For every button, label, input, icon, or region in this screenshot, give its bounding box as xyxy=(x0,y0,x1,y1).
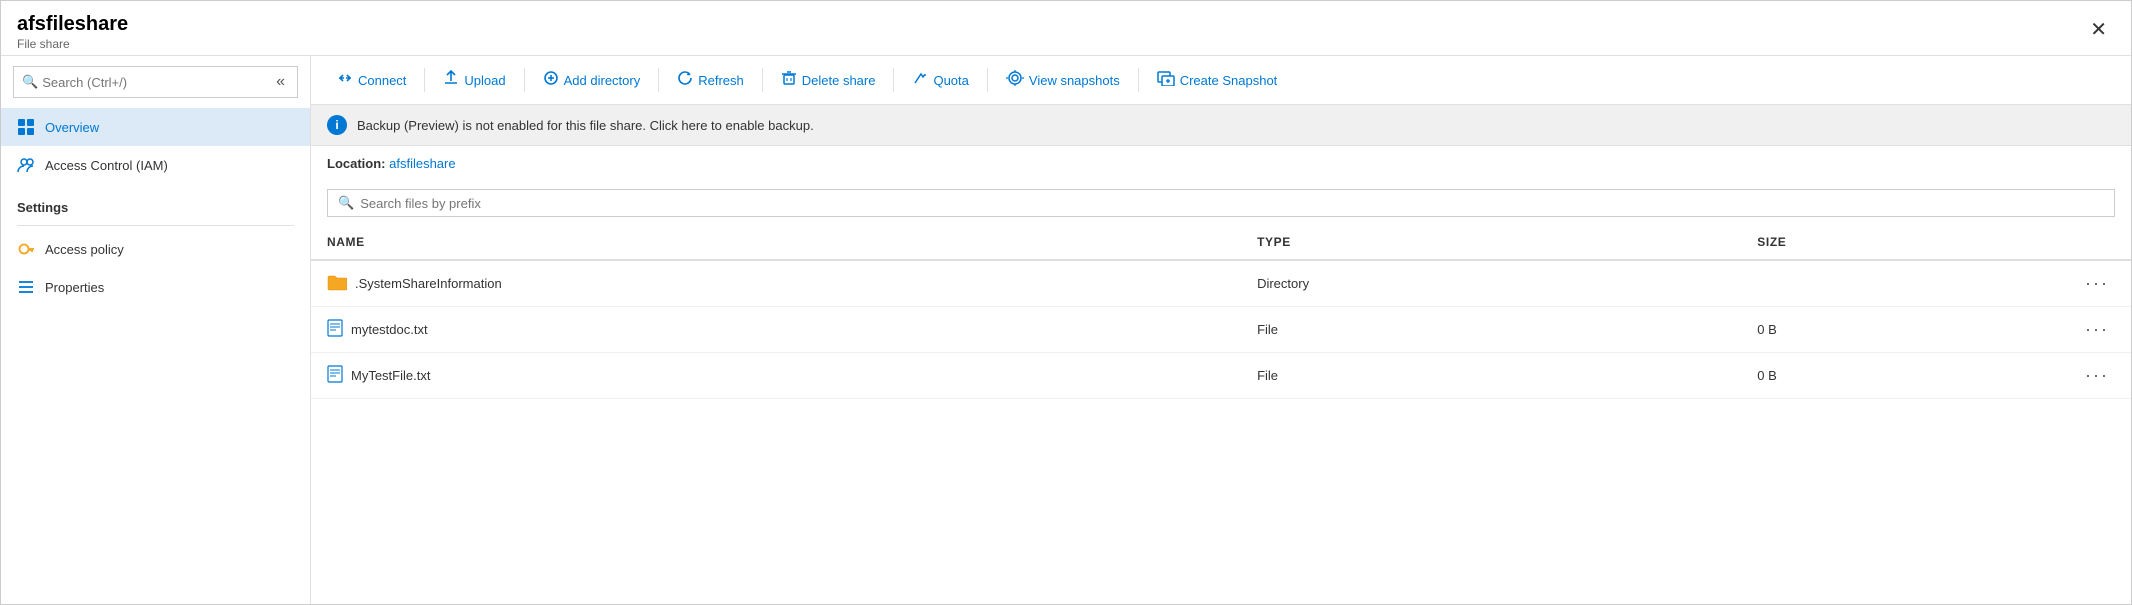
file-size: 0 B xyxy=(1741,353,2063,399)
sidebar-item-properties[interactable]: Properties xyxy=(1,268,310,306)
file-size xyxy=(1741,260,2063,307)
sidebar-search-box: 🔍 « xyxy=(13,66,298,98)
file-type: Directory xyxy=(1241,260,1741,307)
table-row[interactable]: MyTestFile.txt File0 B ··· xyxy=(311,353,2131,399)
file-table: NAME TYPE SIZE .SystemShareInformation Di… xyxy=(311,225,2131,399)
connect-button[interactable]: Connect xyxy=(327,64,416,96)
quota-label: Quota xyxy=(933,73,968,88)
banner-text: Backup (Preview) is not enabled for this… xyxy=(357,118,814,133)
toolbar: Connect Upload xyxy=(311,56,2131,105)
sidebar: 🔍 « Overview xyxy=(1,56,311,604)
separator-5 xyxy=(893,68,894,92)
col-header-type: TYPE xyxy=(1241,225,1741,260)
upload-icon xyxy=(443,70,459,90)
more-actions-button[interactable]: ··· xyxy=(2079,271,2115,296)
quota-button[interactable]: Quota xyxy=(902,64,978,96)
create-snapshot-button[interactable]: Create Snapshot xyxy=(1147,64,1288,96)
separator-7 xyxy=(1138,68,1139,92)
folder-icon xyxy=(327,273,347,294)
sidebar-item-overview-label: Overview xyxy=(45,120,99,135)
settings-divider xyxy=(17,225,294,226)
separator-3 xyxy=(658,68,659,92)
location-bar: Location: afsfileshare xyxy=(311,146,2131,181)
access-control-icon xyxy=(17,156,35,174)
more-actions-button[interactable]: ··· xyxy=(2079,317,2115,342)
file-search-icon: 🔍 xyxy=(338,195,354,211)
table-row[interactable]: .SystemShareInformation Directory ··· xyxy=(311,260,2131,307)
more-actions-button[interactable]: ··· xyxy=(2079,363,2115,388)
overview-icon xyxy=(17,118,35,136)
refresh-button[interactable]: Refresh xyxy=(667,64,754,96)
add-directory-label: Add directory xyxy=(564,73,641,88)
close-button[interactable]: ✕ xyxy=(2082,13,2115,46)
sidebar-item-properties-label: Properties xyxy=(45,280,104,295)
add-directory-button[interactable]: Add directory xyxy=(533,64,651,96)
separator-2 xyxy=(524,68,525,92)
create-snapshot-label: Create Snapshot xyxy=(1180,73,1278,88)
upload-label: Upload xyxy=(464,73,505,88)
view-snapshots-button[interactable]: View snapshots xyxy=(996,64,1130,96)
sidebar-search-input[interactable] xyxy=(42,75,264,90)
quota-icon xyxy=(912,70,928,90)
file-table-container: NAME TYPE SIZE .SystemShareInformation Di… xyxy=(311,225,2131,604)
info-icon: i xyxy=(327,115,347,135)
col-header-size: SIZE xyxy=(1741,225,2063,260)
file-name-cell-2: MyTestFile.txt xyxy=(311,353,1241,399)
sidebar-item-iam-label: Access Control (IAM) xyxy=(45,158,168,173)
content-area: Connect Upload xyxy=(311,56,2131,604)
file-search-box: 🔍 xyxy=(327,189,2115,217)
separator-1 xyxy=(424,68,425,92)
file-name-cell-0: .SystemShareInformation xyxy=(311,260,1241,307)
more-actions-cell: ··· xyxy=(2063,307,2131,353)
key-icon xyxy=(17,240,35,258)
file-type: File xyxy=(1241,307,1741,353)
upload-button[interactable]: Upload xyxy=(433,64,515,96)
sidebar-item-access-control[interactable]: Access Control (IAM) xyxy=(1,146,310,184)
more-actions-cell: ··· xyxy=(2063,353,2131,399)
col-header-name: NAME xyxy=(311,225,1241,260)
info-banner[interactable]: i Backup (Preview) is not enabled for th… xyxy=(311,105,2131,146)
delete-icon xyxy=(781,70,797,90)
file-name: mytestdoc.txt xyxy=(351,322,428,337)
file-name-cell-1: mytestdoc.txt xyxy=(311,307,1241,353)
more-actions-cell: ··· xyxy=(2063,260,2131,307)
connect-label: Connect xyxy=(358,73,406,88)
view-snapshots-label: View snapshots xyxy=(1029,73,1120,88)
location-label: Location: xyxy=(327,156,389,171)
properties-icon xyxy=(17,278,35,296)
file-name: MyTestFile.txt xyxy=(351,368,430,383)
table-row[interactable]: mytestdoc.txt File0 B ··· xyxy=(311,307,2131,353)
col-header-actions xyxy=(2063,225,2131,260)
file-name: .SystemShareInformation xyxy=(355,276,502,291)
refresh-label: Refresh xyxy=(698,73,744,88)
file-size: 0 B xyxy=(1741,307,2063,353)
collapse-sidebar-button[interactable]: « xyxy=(272,71,289,93)
file-icon xyxy=(327,365,343,386)
sidebar-item-overview[interactable]: Overview xyxy=(1,108,310,146)
window-subtitle: File share xyxy=(17,37,70,51)
main-layout: 🔍 « Overview xyxy=(1,56,2131,604)
search-icon: 🔍 xyxy=(22,74,38,90)
location-link[interactable]: afsfileshare xyxy=(389,156,455,171)
app-window: afsfileshare File share ✕ 🔍 « xyxy=(0,0,2132,605)
sidebar-item-access-policy[interactable]: Access policy xyxy=(1,230,310,268)
delete-share-label: Delete share xyxy=(802,73,876,88)
title-bar-left: afsfileshare File share xyxy=(17,13,128,51)
table-header-row: NAME TYPE SIZE xyxy=(311,225,2131,260)
title-bar: afsfileshare File share ✕ xyxy=(1,1,2131,56)
file-search-input[interactable] xyxy=(360,196,2104,211)
view-snapshots-icon xyxy=(1006,70,1024,90)
add-directory-icon xyxy=(543,70,559,90)
separator-6 xyxy=(987,68,988,92)
file-icon xyxy=(327,319,343,340)
file-type: File xyxy=(1241,353,1741,399)
sidebar-item-access-policy-label: Access policy xyxy=(45,242,124,257)
create-snapshot-icon xyxy=(1157,70,1175,90)
separator-4 xyxy=(762,68,763,92)
window-title: afsfileshare xyxy=(17,13,128,36)
settings-section-header: Settings xyxy=(1,184,310,221)
connect-icon xyxy=(337,70,353,90)
delete-share-button[interactable]: Delete share xyxy=(771,64,886,96)
refresh-icon xyxy=(677,70,693,90)
